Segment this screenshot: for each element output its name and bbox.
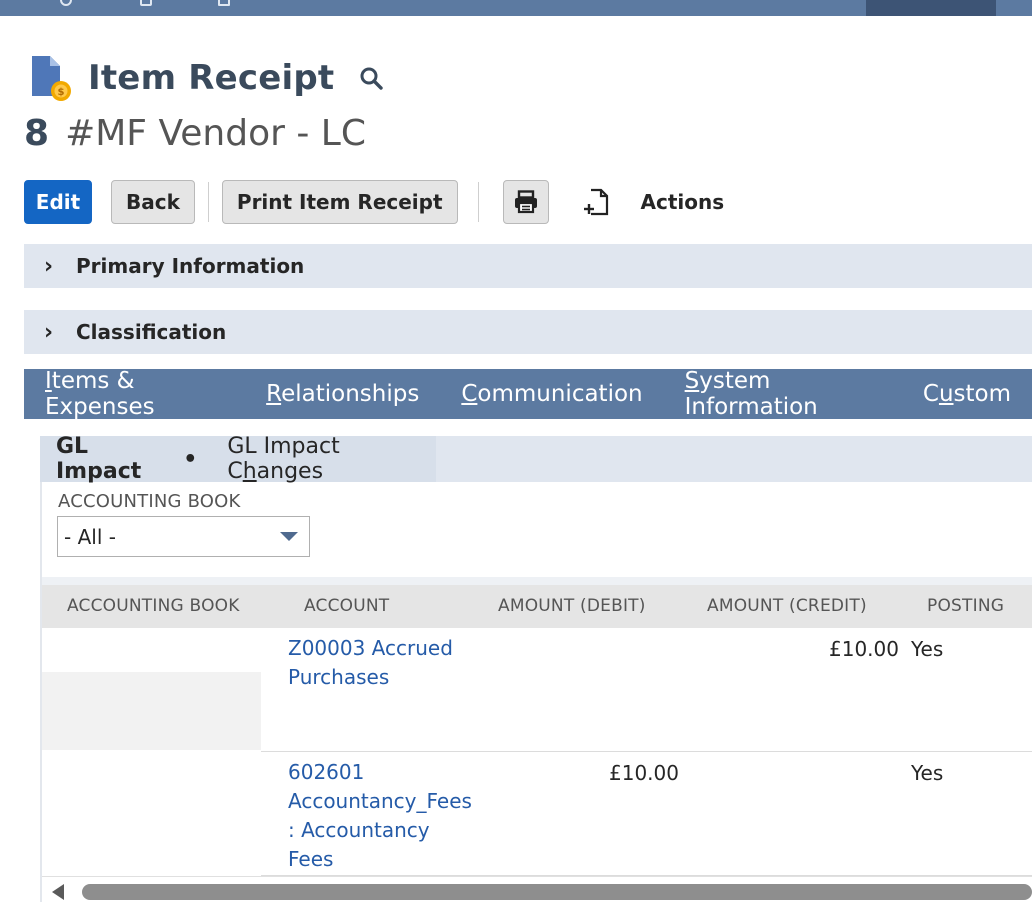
accounting-book-value: - All - [64,524,116,549]
subtab-gl-impact-changes[interactable]: GL Impact Changes [227,434,436,484]
new-document-icon [583,188,608,216]
print-item-receipt-button[interactable]: Print Item Receipt [221,180,458,224]
search-icon[interactable] [358,65,384,91]
active-nav-item[interactable] [866,0,996,16]
column-header-accounting-book[interactable]: ACCOUNTING BOOK [67,596,240,616]
tab-items-expenses[interactable]: Items & Expenses [45,368,224,420]
credit-amount: £10.00 [829,637,899,661]
recent-icon[interactable] [140,0,152,6]
table-spacer [42,577,1032,585]
record-name: #MF Vendor - LC [65,113,366,154]
accounting-book-select[interactable]: - All - [57,516,310,557]
account-link[interactable]: 602601 Accountancy_Fees : Accountancy Fe… [288,758,472,874]
accounting-book-label: ACCOUNTING BOOK [58,491,241,512]
back-button[interactable]: Back [111,180,195,224]
tab-communication[interactable]: Communication [461,381,642,407]
toolbar-divider [207,182,209,222]
edit-button[interactable]: Edit [24,180,92,224]
scroll-left-icon[interactable] [52,884,64,900]
record-tab-bar: Items & Expenses Relationships Communica… [24,368,1032,420]
actions-label: Actions [640,190,725,214]
horizontal-scrollbar[interactable] [42,876,1032,902]
tab-system-information[interactable]: System Information [685,368,881,420]
subtab-bar: GL Impact • GL Impact Changes [40,434,436,484]
posting-value: Yes [911,637,944,661]
printer-icon [514,190,537,214]
page-header: $ Item Receipt [28,54,384,102]
posting-value: Yes [911,761,944,785]
shortcut-icon[interactable] [218,0,230,6]
chevron-right-icon: › [44,253,54,279]
tab-relationships[interactable]: Relationships [266,381,419,407]
dropdown-caret-icon [280,532,298,541]
active-subtab-marker: • [183,446,198,472]
account-link[interactable]: Z00003 Accrued Purchases [288,634,453,692]
toolbar-divider [477,182,479,222]
row-divider [261,751,1032,752]
section-label: Classification [76,320,227,344]
chevron-right-icon: › [44,319,54,345]
actions-menu[interactable]: Actions [583,188,725,216]
record-identifier: 8 #MF Vendor - LC [24,113,366,154]
item-receipt-icon: $ [28,54,74,102]
scrollbar-thumb[interactable] [82,884,1032,900]
tab-custom[interactable]: Custom [923,381,1011,407]
subtab-gl-impact[interactable]: GL Impact [56,434,177,484]
top-navigation-bar [0,0,1032,16]
column-header-amount-credit[interactable]: AMOUNT (CREDIT) [707,596,867,616]
column-header-amount-debit[interactable]: AMOUNT (DEBIT) [498,596,646,616]
section-primary-information[interactable]: › Primary Information [24,244,1032,288]
gl-table-header: ACCOUNTING BOOK ACCOUNT AMOUNT (DEBIT) A… [42,585,1032,628]
page-title: Item Receipt [88,58,335,98]
table-cell-blank [42,628,261,672]
svg-text:$: $ [58,87,65,98]
section-label: Primary Information [76,254,305,278]
debit-amount: £10.00 [609,761,679,785]
record-number: 8 [24,113,50,154]
table-cell-accounting-book [42,672,261,750]
record-toolbar: Edit Back Print Item Receipt Actions [24,180,724,224]
column-header-posting[interactable]: POSTING [927,596,1004,616]
column-header-account[interactable]: ACCOUNT [304,596,389,616]
home-icon[interactable] [60,0,72,6]
print-button[interactable] [502,180,549,224]
section-classification[interactable]: › Classification [24,310,1032,354]
